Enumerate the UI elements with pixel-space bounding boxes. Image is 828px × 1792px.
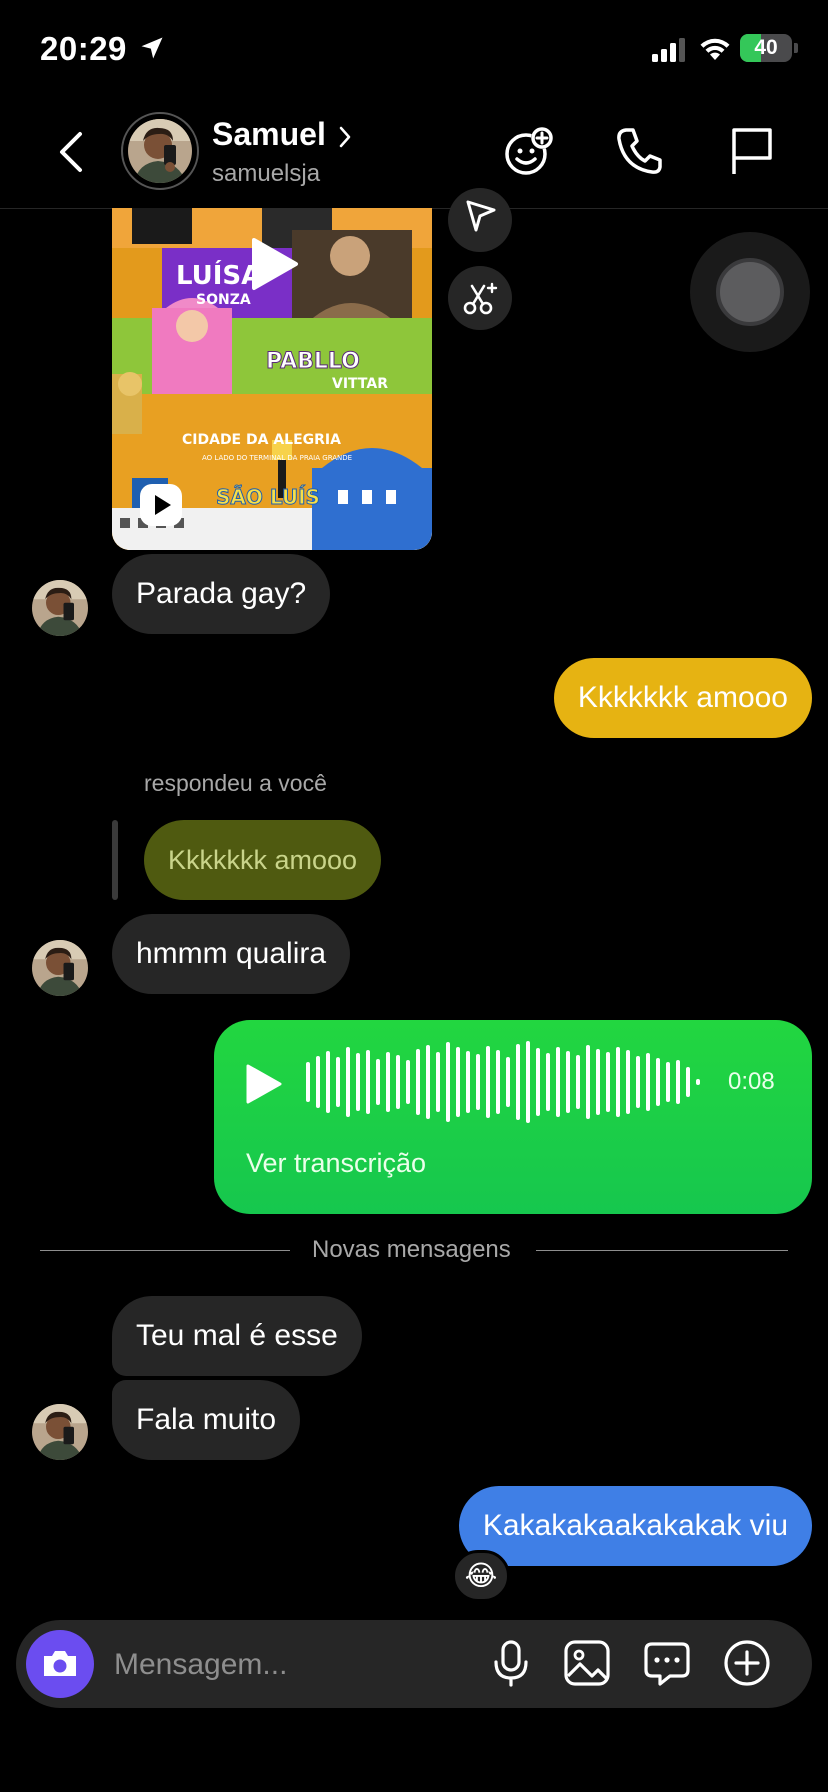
microphone-icon[interactable] xyxy=(486,1638,536,1688)
view-transcription-link[interactable]: Ver transcrição xyxy=(246,1148,426,1179)
waveform-bar xyxy=(436,1052,440,1112)
waveform-bar xyxy=(536,1048,540,1116)
phone-call-icon[interactable] xyxy=(612,124,666,178)
battery-percent: 40 xyxy=(754,36,778,59)
message-received[interactable]: Fala muito xyxy=(112,1380,301,1460)
waveform-bar xyxy=(406,1060,410,1104)
waveform-bar xyxy=(346,1047,350,1117)
new-messages-divider: Novas mensagens xyxy=(312,1236,511,1263)
waveform-bar xyxy=(486,1046,490,1118)
chat-bubble-icon[interactable] xyxy=(642,1638,692,1688)
message-received[interactable]: Parada gay? xyxy=(112,554,331,634)
waveform-bar xyxy=(516,1044,520,1120)
gallery-image-icon[interactable] xyxy=(562,1638,612,1688)
poster-text-place-sub: AO LADO DO TERMINAL DA PRAIA GRANDE xyxy=(202,454,352,462)
contact-username[interactable]: samuelsja xyxy=(212,160,320,188)
waveform-bar xyxy=(526,1041,530,1123)
waveform-bar xyxy=(476,1054,480,1110)
battery-indicator: 40 xyxy=(740,34,792,62)
message-sent[interactable]: Kakakakaakakakak viu xyxy=(458,1486,812,1566)
wifi-icon xyxy=(700,38,730,60)
status-time: 20:29 xyxy=(40,30,127,67)
waveform-bar xyxy=(506,1057,510,1107)
waveform-bar xyxy=(376,1059,380,1105)
camera-icon xyxy=(44,1651,76,1676)
waveform-bar xyxy=(576,1055,580,1109)
avatar[interactable] xyxy=(128,119,192,183)
waveform-bar xyxy=(666,1062,670,1102)
back-chevron-icon[interactable] xyxy=(52,128,92,176)
waveform-bar xyxy=(326,1051,330,1113)
poster-text-pabllo: PABLLO xyxy=(266,349,360,374)
poster-text-sonza: SONZA xyxy=(196,292,251,308)
record-button-core[interactable] xyxy=(716,258,784,326)
waveform-bar xyxy=(606,1052,610,1112)
waveform-bar xyxy=(546,1053,550,1111)
waveform-bar xyxy=(466,1051,470,1113)
waveform-bar xyxy=(566,1051,570,1113)
reply-quote-bar xyxy=(112,820,118,900)
remix-button[interactable] xyxy=(448,266,512,330)
waveform-bar xyxy=(386,1052,390,1112)
waveform-bar xyxy=(676,1060,680,1104)
battery-cap xyxy=(794,43,798,53)
camera-button[interactable] xyxy=(26,1630,94,1698)
poster-text-place: CIDADE DA ALEGRIA xyxy=(182,432,341,448)
sender-avatar xyxy=(32,940,88,996)
message-received[interactable]: hmmm qualira xyxy=(112,914,351,994)
divider-line-left xyxy=(40,1250,290,1251)
waveform-bar xyxy=(316,1056,320,1108)
waveform-bar xyxy=(646,1053,650,1111)
poster-text-city: SÃO LUÍS xyxy=(216,485,320,509)
waveform-bar xyxy=(596,1049,600,1115)
waveform-bar xyxy=(586,1045,590,1119)
scissors-icon xyxy=(463,282,498,315)
waveform-bar xyxy=(696,1079,700,1085)
sender-avatar xyxy=(32,580,88,636)
waveform-bar xyxy=(416,1049,420,1115)
contact-name[interactable]: Samuel xyxy=(212,116,326,153)
waveform-bar xyxy=(456,1047,460,1117)
waveform-bar xyxy=(426,1045,430,1119)
video-play-icon[interactable] xyxy=(242,234,302,294)
waveform-bar xyxy=(656,1058,660,1106)
chevron-right-icon[interactable] xyxy=(336,124,354,150)
waveform-bar xyxy=(626,1050,630,1114)
divider-line-right xyxy=(536,1250,788,1251)
reply-quoted-message[interactable]: Kkkkkkk amooo xyxy=(144,820,382,900)
add-sticker-icon[interactable] xyxy=(502,124,556,178)
play-icon[interactable] xyxy=(240,1062,284,1106)
waveform-bar xyxy=(446,1042,450,1122)
share-button[interactable] xyxy=(448,188,512,252)
message-input[interactable] xyxy=(112,1640,476,1690)
message-sent[interactable]: Kkkkkkk amooo xyxy=(553,658,812,738)
waveform-bar xyxy=(636,1056,640,1108)
share-icon xyxy=(466,200,496,232)
cellular-signal-icon xyxy=(652,38,685,62)
waveform-bar xyxy=(556,1047,560,1117)
waveform-bar xyxy=(306,1062,310,1102)
waveform-bar xyxy=(366,1050,370,1114)
waveform-bar xyxy=(396,1055,400,1109)
add-plus-icon[interactable] xyxy=(722,1638,772,1688)
sender-avatar xyxy=(32,1404,88,1460)
message-reaction[interactable]: 😂 xyxy=(452,1550,510,1602)
location-arrow-icon xyxy=(141,37,163,59)
waveform-bar xyxy=(336,1057,340,1107)
message-received[interactable]: Teu mal é esse xyxy=(112,1296,362,1376)
poster-text-vittar: VITTAR xyxy=(332,376,388,392)
voice-duration: 0:08 xyxy=(728,1068,775,1095)
waveform-bar xyxy=(686,1067,690,1097)
waveform-bar xyxy=(616,1047,620,1117)
audio-waveform[interactable] xyxy=(306,1040,706,1124)
reel-badge-icon xyxy=(140,484,182,526)
waveform-bar xyxy=(356,1053,360,1111)
flag-report-icon[interactable] xyxy=(724,124,778,178)
waveform-bar xyxy=(496,1050,500,1114)
reply-label: respondeu a você xyxy=(144,770,327,796)
